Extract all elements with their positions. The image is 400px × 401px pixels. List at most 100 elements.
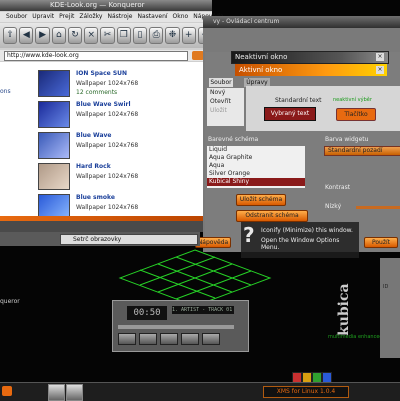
apply-button[interactable]: Použít	[364, 237, 398, 248]
side-window-label: ID	[383, 284, 389, 290]
wallpaper-size: Wallpaper 1024x768	[76, 80, 139, 87]
sidebar-panel: ons	[0, 62, 30, 217]
screensaver-combo[interactable]: Setrč obrazovky	[60, 234, 198, 245]
scheme-item[interactable]: Aqua	[207, 162, 305, 170]
location-bar: http://www.kde-look.org	[0, 50, 212, 61]
konqueror-titlebar[interactable]: KDE-Look.org — Konqueror	[0, 0, 212, 11]
wallpaper-size: Wallpaper 1024x768	[76, 204, 139, 211]
stop-icon[interactable]: ×	[84, 27, 99, 44]
sidebar-text: ons	[0, 88, 11, 95]
kmenu-icon[interactable]	[2, 386, 12, 396]
up-icon[interactable]: ⇧	[3, 27, 18, 44]
cut-icon[interactable]: ✂	[100, 27, 115, 44]
wallpaper-size: Wallpaper 1024x768	[76, 111, 139, 118]
wallpaper-comments[interactable]: 12 comments	[76, 89, 117, 96]
window-title: KDE-Look.org — Konqueror	[50, 1, 145, 9]
wallpaper-entry[interactable]: Hard Rock Wallpaper 1024x768	[38, 161, 198, 191]
wallpaper-title[interactable]: Blue Wave Swirl	[76, 101, 131, 108]
save-scheme-button[interactable]: Uložit schéma	[236, 194, 286, 206]
remove-scheme-button[interactable]: Odstranit schéma	[236, 210, 308, 222]
preview-item: Uložit	[210, 107, 227, 114]
inactive-window-preview: Neaktivní okno	[231, 51, 389, 64]
contrast-low-label: Nízký	[325, 203, 342, 210]
menu-upravit[interactable]: Upravit	[32, 12, 54, 22]
wallpaper-thumbnail[interactable]	[38, 132, 70, 159]
scheme-item-selected[interactable]: Kubical Shiny	[207, 178, 305, 186]
close-icon: ×	[376, 53, 384, 61]
print-icon[interactable]: ⎙	[149, 27, 164, 44]
help-button[interactable]: Nápověda	[195, 237, 231, 248]
xmms-seek-bar[interactable]	[118, 325, 234, 329]
tab-soubor[interactable]: Soubor	[209, 78, 233, 87]
help-question-icon: ?	[243, 223, 255, 247]
preview-item: Otevřít	[210, 98, 231, 105]
xmms-controls	[118, 333, 228, 345]
wallpaper-thumbnail[interactable]	[38, 163, 70, 190]
desktop-label: queror	[0, 298, 20, 305]
active-window-preview: Aktivní okno	[235, 64, 387, 76]
menu-okno[interactable]: Okno	[173, 12, 189, 22]
wallpaper-title[interactable]: Blue Wave	[76, 132, 112, 139]
scheme-label: Barevné schéma	[208, 136, 259, 143]
previous-icon[interactable]	[118, 333, 136, 345]
scheme-item[interactable]: Silver Orange	[207, 170, 305, 178]
contrast-label: Kontrast	[325, 184, 351, 191]
cc-title-text: vy - Ovládací centrum	[213, 18, 280, 25]
wallpaper-title[interactable]: Blue smoke	[76, 194, 115, 201]
wallpaper-size: Wallpaper 1024x768	[76, 173, 139, 180]
close-icon: ×	[376, 66, 384, 74]
xmms-taskbar-entry[interactable]: XMS for Linux 1.0.4	[263, 386, 349, 398]
scheme-item[interactable]: Liquid	[207, 146, 305, 154]
kubica-text: kubica	[336, 283, 352, 336]
menu-nastroje[interactable]: Nástroje	[107, 12, 132, 22]
menu-soubor[interactable]: Soubor	[6, 12, 27, 22]
desktop-icon[interactable]	[66, 384, 83, 401]
menu-zalozky[interactable]: Záložky	[79, 12, 102, 22]
kubica-logo: kubica	[330, 258, 378, 338]
svg-text:?: ?	[243, 223, 255, 247]
copy-icon[interactable]: ❐	[116, 27, 131, 44]
paste-icon[interactable]: ▯	[132, 27, 148, 44]
contrast-slider[interactable]	[356, 206, 400, 209]
pause-icon[interactable]	[160, 333, 178, 345]
wallpaper-thumbnail[interactable]	[38, 70, 70, 97]
back-icon[interactable]: ◀	[19, 27, 34, 44]
side-window: ID	[380, 258, 400, 358]
standard-text: Standardní text	[275, 97, 322, 104]
wallpaper-size: Wallpaper 1024x768	[76, 142, 139, 149]
wallpaper-entry[interactable]: Blue Wave Wallpaper 1024x768	[38, 130, 198, 160]
settings-icon[interactable]: ❉	[165, 27, 180, 44]
inactive-selection-text: neaktivní výběr	[333, 97, 372, 103]
scheme-list: Liquid Aqua Graphite Aqua Silver Orange …	[207, 146, 305, 188]
wallpaper-list: ION Space SUN Wallpaper 1024x768 12 commen…	[30, 62, 206, 221]
button-sample: Tlačítko	[336, 108, 376, 121]
location-input[interactable]: http://www.kde-look.org	[4, 51, 188, 61]
konqueror-menubar: Soubor Upravit Prejit Záložky Nástroje N…	[0, 12, 224, 22]
play-icon[interactable]	[139, 333, 157, 345]
xmms-track-title: 1. ARTIST - TRACK 01 (2:25)	[172, 306, 234, 314]
stop-icon[interactable]	[181, 333, 199, 345]
home-icon[interactable]: ⌂	[51, 27, 66, 44]
status-bar	[0, 221, 212, 232]
widget-color-combo[interactable]: Standardní pozadí	[324, 146, 400, 156]
reload-icon[interactable]: ↻	[67, 27, 83, 44]
wallpaper-entry[interactable]: ION Space SUN Wallpaper 1024x768 12 commen…	[38, 68, 198, 98]
zoom-in-icon[interactable]: +	[181, 27, 196, 44]
window-list-icon[interactable]	[48, 384, 65, 401]
forward-icon[interactable]: ▶	[35, 27, 50, 44]
menu-preview: Nový Otevřít Uložit	[207, 88, 244, 126]
menu-nastaveni[interactable]: Nastavení	[138, 12, 168, 22]
next-icon[interactable]	[202, 333, 220, 345]
preview-item: Nový	[210, 89, 226, 96]
scheme-item[interactable]: Aqua Graphite	[207, 154, 305, 162]
xmms-time: 00:50	[127, 306, 167, 320]
wallpaper-thumbnail[interactable]	[38, 101, 70, 128]
wallpaper-title[interactable]: Hard Rock	[76, 163, 111, 170]
konqueror-toolbar: ⇧ ◀ ▶ ⌂ ↻ × ✂ ❐ ▯ ⎙ ❉ + −	[0, 23, 213, 48]
desktop-grid-graphic	[118, 249, 272, 307]
widget-color-label: Barva widgetu	[325, 136, 369, 143]
menu-prejit[interactable]: Prejit	[59, 12, 74, 22]
wallpaper-title[interactable]: ION Space SUN	[76, 70, 127, 77]
wallpaper-entry[interactable]: Blue Wave Swirl Wallpaper 1024x768	[38, 99, 198, 129]
control-center-titlebar[interactable]: vy - Ovládací centrum	[203, 16, 400, 28]
